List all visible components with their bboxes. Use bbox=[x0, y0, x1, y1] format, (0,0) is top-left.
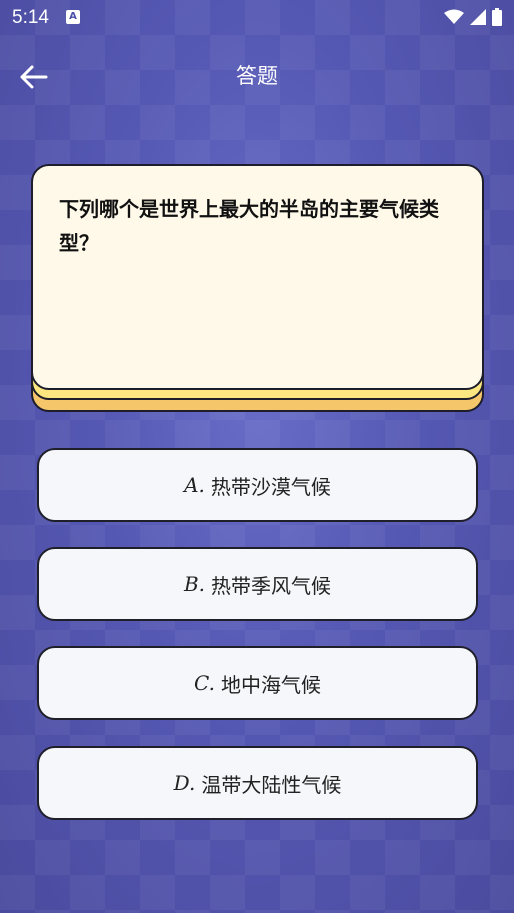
option-b-text: 热带季风气候 bbox=[211, 573, 332, 598]
option-a-text: 热带沙漠气候 bbox=[210, 474, 331, 499]
status-bar: 5:14 A bbox=[0, 0, 514, 36]
app-bar: 答题 bbox=[0, 48, 514, 104]
option-a-button[interactable]: A. 热带沙漠气候 bbox=[37, 448, 478, 522]
status-icons bbox=[444, 8, 502, 26]
option-a-letter: A. bbox=[184, 473, 205, 497]
option-c-button[interactable]: C. 地中海气候 bbox=[37, 646, 478, 720]
page-title: 答题 bbox=[236, 64, 278, 88]
option-d-letter: D. bbox=[173, 771, 196, 795]
battery-icon bbox=[492, 8, 502, 26]
signal-icon bbox=[470, 9, 486, 25]
option-b-letter: B. bbox=[183, 572, 206, 596]
app-notification-icon: A bbox=[66, 10, 80, 24]
option-c-text: 地中海气候 bbox=[220, 672, 321, 697]
wifi-icon bbox=[444, 9, 464, 24]
option-c-letter: C. bbox=[194, 671, 215, 695]
option-d-button[interactable]: D. 温带大陆性气候 bbox=[37, 746, 478, 820]
option-b-button[interactable]: B. 热带季风气候 bbox=[37, 547, 478, 621]
question-text: 下列哪个是世界上最大的半岛的主要气候类型？ bbox=[59, 197, 439, 255]
option-d-text: 温带大陆性气候 bbox=[201, 772, 342, 797]
question-card-face: 下列哪个是世界上最大的半岛的主要气候类型？ bbox=[31, 164, 484, 390]
question-card: 下列哪个是世界上最大的半岛的主要气候类型？ bbox=[31, 164, 484, 414]
status-time: 5:14 bbox=[12, 7, 49, 28]
